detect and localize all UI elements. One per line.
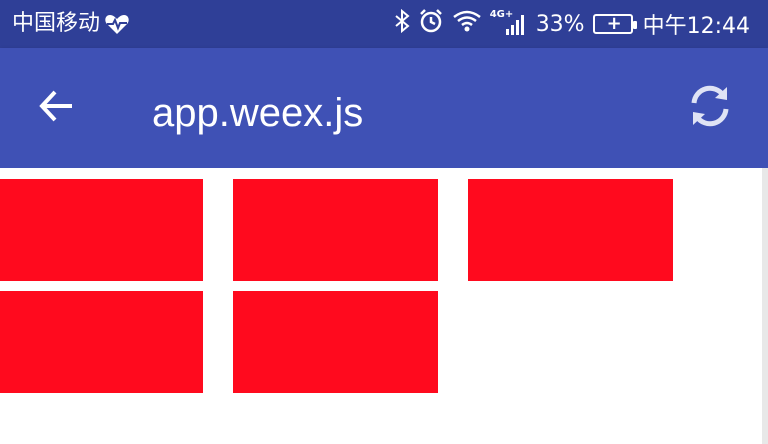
battery-percent: 33% [535, 11, 585, 37]
arrow-back-icon [36, 86, 76, 130]
refresh-button[interactable] [680, 78, 740, 138]
alarm-clock-icon [418, 8, 444, 40]
red-block [0, 291, 203, 393]
clock-time: 中午12:44 [642, 14, 750, 39]
page-title: app.weex.js [152, 91, 364, 135]
red-block [0, 179, 203, 281]
refresh-icon [685, 81, 735, 135]
red-block [233, 179, 438, 281]
status-icons: 4G+ 33% + 中午12:44 [394, 8, 750, 40]
red-block [233, 291, 438, 393]
red-block [468, 179, 673, 281]
back-button[interactable] [28, 80, 84, 136]
signal-icon: 4G+ [490, 9, 528, 37]
bluetooth-icon [394, 8, 410, 39]
battery-charging-icon: + [592, 14, 637, 34]
content-area [0, 168, 768, 444]
wifi-icon [452, 9, 482, 39]
heart-pulse-icon [104, 13, 130, 35]
scroll-edge [762, 168, 768, 444]
carrier-area: 中国移动 [12, 9, 130, 39]
carrier-name: 中国移动 [12, 11, 101, 36]
status-bar: 中国移动 4G+ 33% + 中午12:44 [0, 0, 768, 48]
device-screen: 中国移动 4G+ 33% + 中午12:44 app.weex.js [0, 0, 768, 444]
app-toolbar: app.weex.js [0, 48, 768, 168]
